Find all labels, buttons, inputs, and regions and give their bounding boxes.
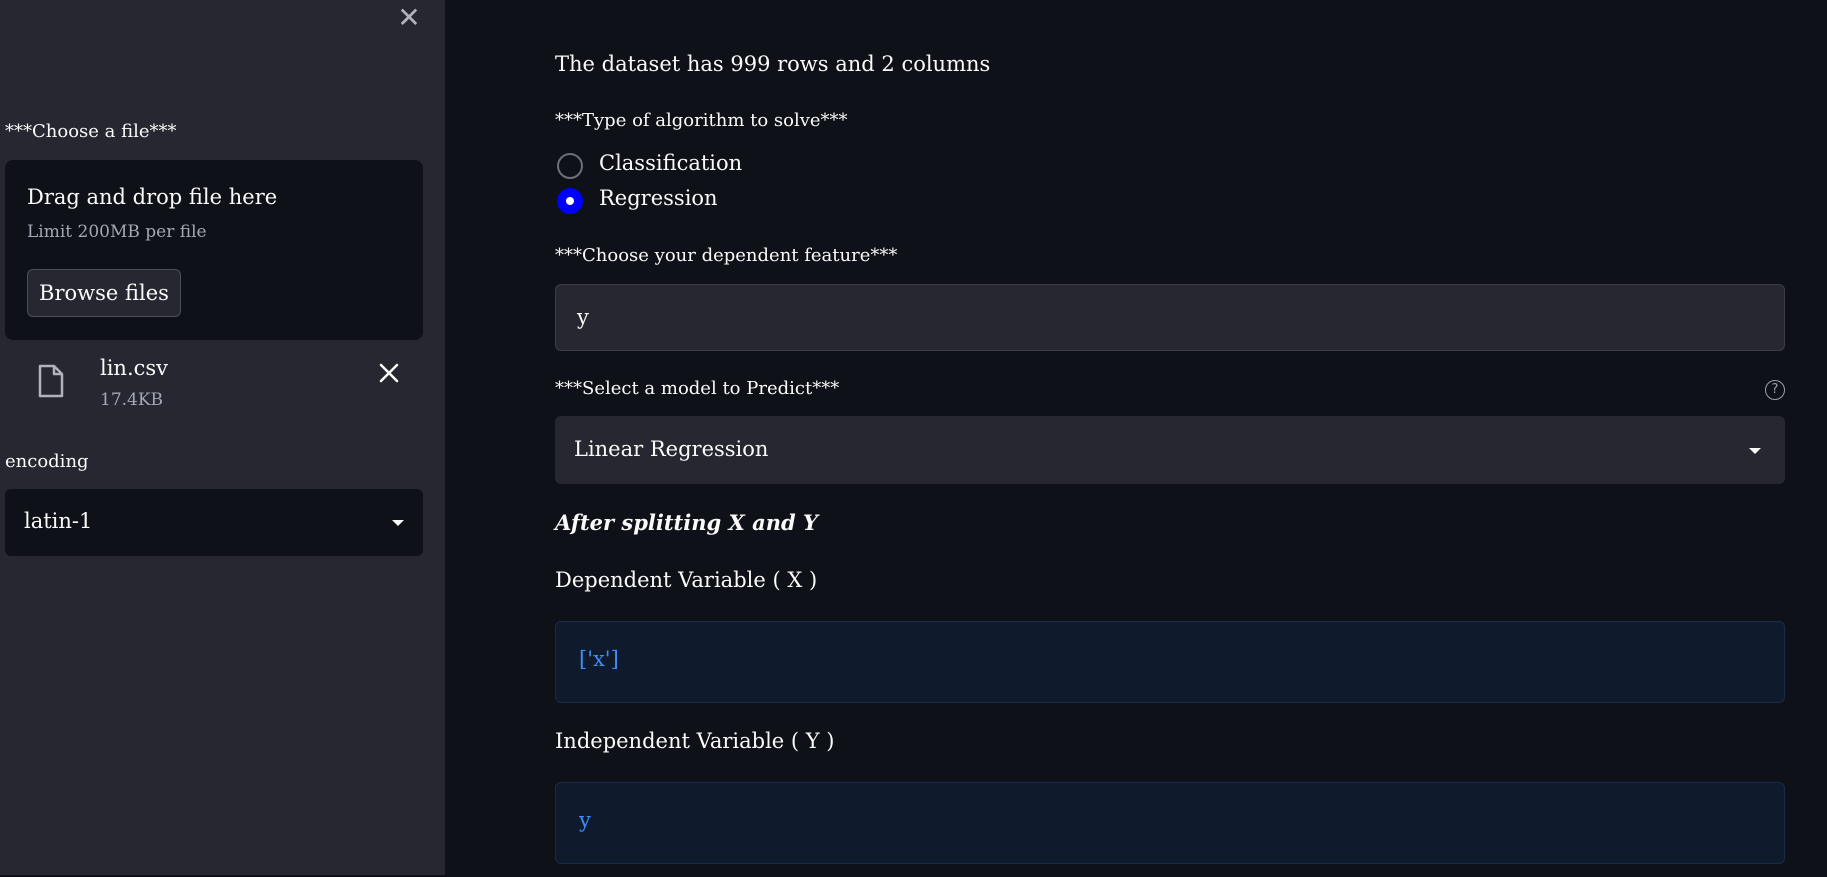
dependent-feature-value: y [577,305,589,329]
encoding-label: encoding [5,451,89,472]
x-variable-label: Dependent Variable ( X ) [555,568,818,592]
model-select-value: Linear Regression [574,437,769,461]
chevron-down-icon [1749,448,1761,454]
model-select-label: ***Select a model to Predict*** [555,378,840,399]
encoding-select-value: latin-1 [24,509,93,533]
radio-checked-icon [557,188,583,214]
uploaded-file-name: lin.csv [100,356,169,380]
dataset-info: The dataset has 999 rows and 2 columns [555,52,991,76]
model-select[interactable]: Linear Regression [555,416,1785,484]
dropzone-limit: Limit 200MB per file [27,222,207,242]
x-variable-box: ['x'] [555,621,1785,703]
radio-unchecked-icon [557,153,583,179]
dependent-feature-input[interactable]: y [555,284,1785,351]
sidebar: ✕ ***Choose a file*** Drag and drop file… [0,0,445,875]
split-heading: After splitting X and Y [555,510,818,535]
radio-regression-label: Regression [599,186,718,210]
chevron-down-icon [392,520,404,526]
dropzone-title: Drag and drop file here [27,185,278,209]
y-variable-value: y [579,808,591,832]
sidebar-close-icon[interactable]: ✕ [396,2,422,34]
file-icon [38,364,64,398]
radio-classification-label: Classification [599,151,743,175]
file-dropzone[interactable]: Drag and drop file here Limit 200MB per … [5,160,423,340]
y-variable-label: Independent Variable ( Y ) [555,729,835,753]
help-icon[interactable]: ? [1765,380,1785,400]
uploaded-file-size: 17.4KB [100,390,164,410]
uploaded-file-row: lin.csv 17.4KB [5,350,423,420]
dependent-feature-label: ***Choose your dependent feature*** [555,245,898,266]
browse-files-button[interactable]: Browse files [27,269,181,317]
algorithm-label: ***Type of algorithm to solve*** [555,110,848,131]
encoding-select[interactable]: latin-1 [5,489,423,556]
remove-file-icon[interactable] [374,358,404,388]
file-uploader-label: ***Choose a file*** [5,121,177,142]
y-variable-box: y [555,782,1785,864]
x-variable-value: ['x'] [579,647,619,671]
